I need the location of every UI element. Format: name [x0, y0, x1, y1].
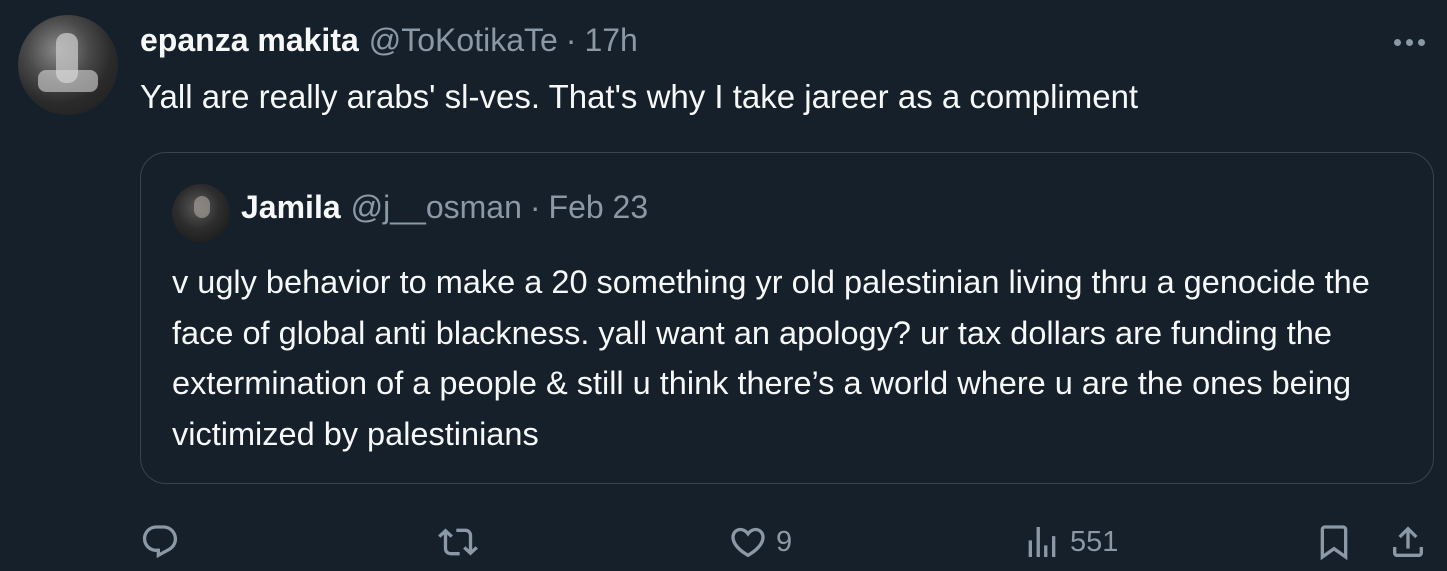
bookmark-icon [1320, 525, 1348, 561]
like-button[interactable]: 9 [728, 515, 792, 569]
quoted-tweet-header: Jamila @j__osman · Feb 23 [241, 189, 648, 226]
quoted-timestamp: Feb 23 [548, 189, 649, 225]
author-name[interactable]: epanza makita [140, 22, 359, 59]
tweet-text: Yall are really arabs' sl-ves. That's wh… [140, 78, 1139, 115]
reply-icon [142, 525, 178, 559]
separator-dot: · [565, 22, 577, 58]
views-icon [1028, 527, 1056, 557]
views-count: 551 [1070, 525, 1119, 558]
quoted-author-avatar[interactable] [172, 184, 230, 242]
retweet-icon [438, 528, 478, 556]
quoted-tweet[interactable]: Jamila @j__osman · Feb 23 v ugly behavio… [140, 152, 1434, 484]
author-handle[interactable]: @ToKotikaTe [369, 22, 558, 59]
retweet-button[interactable] [438, 515, 486, 569]
heart-icon [731, 527, 765, 558]
more-horizontal-icon [1393, 38, 1401, 46]
action-bar: 9 551 [0, 515, 1447, 569]
quoted-tweet-text: v ugly behavior to make a 20 something y… [172, 264, 1370, 452]
quoted-author-name: Jamila [241, 189, 341, 225]
tweet[interactable]: epanza makita @ToKotikaTe · 17h Yall are… [0, 0, 1447, 571]
bookmark-button[interactable] [1314, 515, 1354, 569]
reply-button[interactable] [140, 515, 188, 569]
views-button[interactable]: 551 [1022, 515, 1118, 569]
like-count: 9 [776, 525, 793, 558]
separator-dot: · [529, 189, 541, 225]
author-avatar[interactable] [18, 15, 118, 115]
share-icon [1393, 526, 1423, 557]
more-options-button[interactable] [1389, 22, 1429, 62]
quoted-author-handle: @j__osman [350, 189, 522, 225]
tweet-timestamp[interactable]: 17h [584, 22, 637, 59]
share-button[interactable] [1388, 515, 1428, 569]
tweet-header: epanza makita @ToKotikaTe · 17h [140, 22, 638, 62]
